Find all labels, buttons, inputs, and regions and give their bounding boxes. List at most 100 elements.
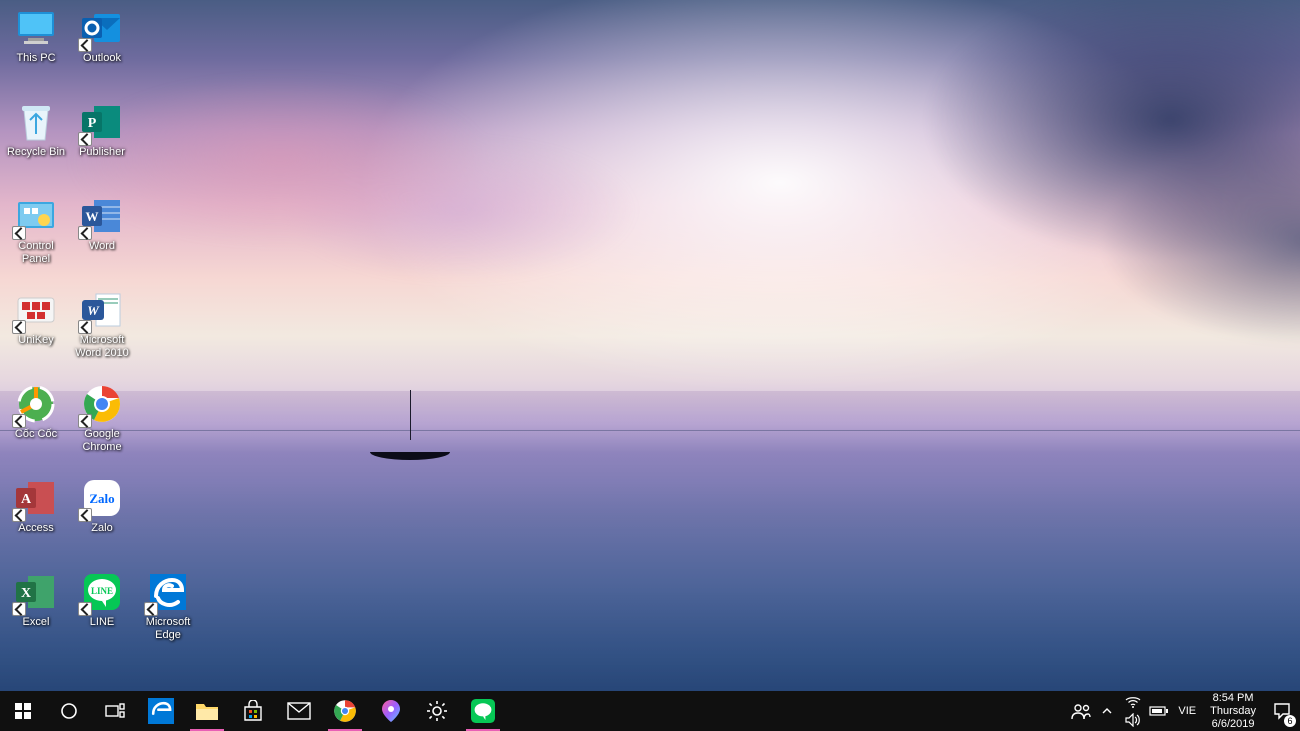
mail-icon	[287, 702, 311, 720]
word-icon: W	[80, 194, 124, 238]
desktop-icon-access[interactable]: A Access	[4, 474, 68, 564]
shortcut-overlay-icon	[12, 508, 26, 522]
taskbar-app-line[interactable]	[460, 691, 506, 731]
chrome-icon	[333, 699, 357, 723]
desktop-icon-recycle-bin[interactable]: Recycle Bin	[4, 98, 68, 188]
desktop-icon-chrome[interactable]: Google Chrome	[70, 380, 134, 470]
taskbar-app-mail[interactable]	[276, 691, 322, 731]
access-icon: A	[14, 476, 58, 520]
store-icon	[242, 700, 264, 722]
volume-icon	[1125, 713, 1141, 727]
recycle-bin-icon	[14, 100, 58, 144]
word-2010-icon: W	[80, 288, 124, 332]
battery-button[interactable]	[1146, 691, 1172, 731]
desktop-icon-label: Microsoft Edge	[136, 616, 200, 642]
desktop-icon-word[interactable]: W Word	[70, 192, 134, 282]
desktop-icon-this-pc[interactable]: This PC	[4, 4, 68, 94]
task-view-button[interactable]	[92, 691, 138, 731]
clock-date: 6/6/2019	[1212, 718, 1255, 731]
svg-text:P: P	[88, 116, 97, 131]
desktop-icon-word-2010[interactable]: W Microsoft Word 2010	[70, 286, 134, 376]
svg-text:W: W	[87, 303, 100, 318]
shortcut-overlay-icon	[12, 414, 26, 428]
taskbar: VIE 8:54 PM Thursday 6/6/2019 6	[0, 691, 1300, 731]
edge-icon	[146, 570, 190, 614]
svg-text:Zalo: Zalo	[89, 491, 114, 506]
taskbar-app-maps[interactable]	[368, 691, 414, 731]
chrome-icon	[80, 382, 124, 426]
clock-day: Thursday	[1210, 705, 1256, 718]
shortcut-overlay-icon	[78, 508, 92, 522]
desktop-icon-label: Access	[18, 522, 53, 535]
desktop-icon-label: Publisher	[79, 146, 125, 159]
people-button[interactable]	[1068, 691, 1094, 731]
wifi-icon	[1125, 696, 1141, 708]
system-tray: VIE 8:54 PM Thursday 6/6/2019 6	[1068, 691, 1300, 731]
action-center-button[interactable]: 6	[1264, 691, 1300, 731]
desktop-icon-label: Zalo	[91, 522, 112, 535]
language-indicator[interactable]: VIE	[1172, 691, 1202, 731]
shortcut-overlay-icon	[144, 602, 158, 616]
desktop-icon-label: UniKey	[18, 334, 53, 347]
taskbar-app-file-explorer[interactable]	[184, 691, 230, 731]
chevron-up-icon	[1101, 705, 1113, 717]
desktop-icon-label: Control Panel	[4, 240, 68, 266]
task-view-icon	[105, 703, 125, 719]
shortcut-overlay-icon	[12, 226, 26, 240]
desktop-icon-unikey[interactable]: UniKey	[4, 286, 68, 376]
tray-chevron-button[interactable]	[1094, 691, 1120, 731]
outlook-icon	[80, 6, 124, 50]
desktop-icons-grid: This PC Outlook Recycle Bin P Publisher	[0, 0, 204, 662]
clock-time: 8:54 PM	[1213, 692, 1254, 705]
svg-text:W: W	[86, 209, 99, 224]
desktop-icon-label: Microsoft Word 2010	[70, 334, 134, 360]
desktop-icon-label: LINE	[90, 616, 114, 629]
taskbar-app-settings[interactable]	[414, 691, 460, 731]
desktop-icon-publisher[interactable]: P Publisher	[70, 98, 134, 188]
shortcut-overlay-icon	[12, 320, 26, 334]
zalo-icon: Zalo	[80, 476, 124, 520]
desktop-icon-zalo[interactable]: Zalo Zalo	[70, 474, 134, 564]
this-pc-icon	[14, 6, 58, 50]
cortana-button[interactable]	[46, 691, 92, 731]
desktop-icon-label: Cốc Cốc	[15, 428, 57, 441]
maps-pin-icon	[380, 699, 402, 723]
gear-icon	[426, 700, 448, 722]
line-icon	[471, 699, 495, 723]
battery-icon	[1149, 705, 1169, 717]
taskbar-app-chrome[interactable]	[322, 691, 368, 731]
desktop-icon-label: This PC	[16, 52, 55, 65]
shortcut-overlay-icon	[78, 320, 92, 334]
desktop-icon-label: Recycle Bin	[7, 146, 65, 159]
desktop-icon-line[interactable]: LINE LINE	[70, 568, 134, 658]
file-explorer-icon	[195, 700, 219, 722]
taskbar-app-edge[interactable]	[138, 691, 184, 731]
desktop-icon-control-panel[interactable]: Control Panel	[4, 192, 68, 282]
windows-logo-icon	[15, 703, 31, 719]
cortana-icon	[60, 702, 78, 720]
control-panel-icon	[14, 194, 58, 238]
clock-button[interactable]: 8:54 PM Thursday 6/6/2019	[1202, 691, 1264, 731]
wallpaper-cloud	[680, 0, 1300, 360]
wallpaper-boat	[370, 440, 450, 470]
desktop-icon-coc-coc[interactable]: Cốc Cốc	[4, 380, 68, 470]
desktop-icon-label: Google Chrome	[70, 428, 134, 454]
start-button[interactable]	[0, 691, 46, 731]
shortcut-overlay-icon	[78, 132, 92, 146]
desktop[interactable]: This PC Outlook Recycle Bin P Publisher	[0, 0, 1300, 731]
svg-text:LINE: LINE	[91, 586, 113, 596]
wifi-button[interactable]	[1122, 693, 1144, 711]
shortcut-overlay-icon	[12, 602, 26, 616]
shortcut-overlay-icon	[78, 414, 92, 428]
desktop-icon-label: Excel	[23, 616, 50, 629]
line-icon: LINE	[80, 570, 124, 614]
desktop-icon-outlook[interactable]: Outlook	[70, 4, 134, 94]
volume-button[interactable]	[1122, 711, 1144, 729]
desktop-icon-excel[interactable]: X Excel	[4, 568, 68, 658]
shortcut-overlay-icon	[78, 226, 92, 240]
shortcut-overlay-icon	[78, 602, 92, 616]
taskbar-app-store[interactable]	[230, 691, 276, 731]
unikey-icon	[14, 288, 58, 332]
desktop-icon-edge[interactable]: Microsoft Edge	[136, 568, 200, 658]
coc-coc-icon	[14, 382, 58, 426]
